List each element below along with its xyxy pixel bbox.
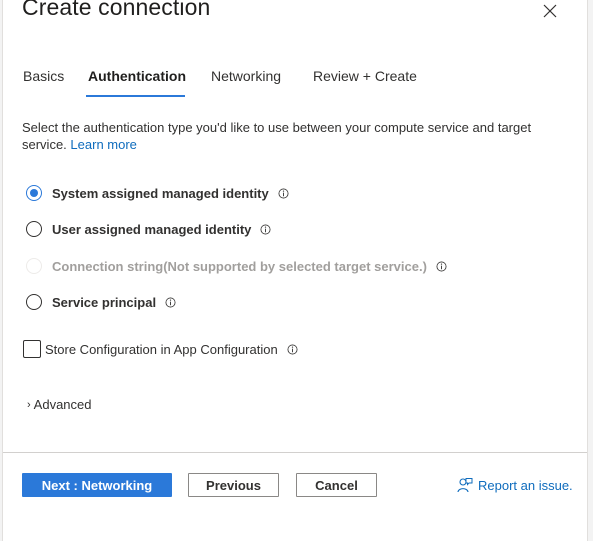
create-connection-panel: Create connection Basics Authentication …: [2, 0, 588, 541]
radio-label: System assigned managed identity: [52, 185, 269, 201]
info-icon[interactable]: [287, 344, 298, 355]
store-config-option[interactable]: Store Configuration in App Configuration: [23, 339, 298, 359]
store-config-checkbox[interactable]: [23, 340, 41, 358]
learn-more-link[interactable]: Learn more: [70, 137, 136, 152]
radio-label: Service principal: [52, 294, 157, 310]
info-icon[interactable]: [278, 188, 289, 199]
tab-review-create[interactable]: Review + Create: [313, 68, 417, 92]
info-icon[interactable]: [436, 261, 447, 272]
chevron-right-icon: ›: [27, 398, 31, 411]
dialog-title: Create connection: [22, 0, 211, 20]
advanced-section-toggle[interactable]: › Advanced: [27, 397, 92, 412]
tab-authentication[interactable]: Authentication: [88, 68, 186, 92]
close-icon: [543, 4, 557, 18]
radio-option-user-assigned[interactable]: User assigned managed identity: [26, 218, 271, 240]
previous-button[interactable]: Previous: [188, 473, 279, 497]
next-networking-button[interactable]: Next : Networking: [22, 473, 172, 497]
advanced-label: Advanced: [33, 397, 92, 412]
report-issue-link[interactable]: Report an issue.: [457, 477, 573, 493]
radio-connection-string: [26, 258, 42, 274]
active-tab-indicator: [86, 95, 185, 97]
info-icon[interactable]: [165, 297, 176, 308]
tab-networking[interactable]: Networking: [211, 68, 281, 92]
radio-user-assigned[interactable]: [26, 221, 42, 237]
radio-label: User assigned managed identity: [52, 221, 252, 237]
radio-option-connection-string: Connection string(Not supported by selec…: [26, 255, 447, 277]
radio-option-system-assigned[interactable]: System assigned managed identity: [26, 182, 289, 204]
radio-option-service-principal[interactable]: Service principal: [26, 291, 176, 313]
close-button[interactable]: [541, 2, 559, 20]
radio-system-assigned[interactable]: [26, 185, 42, 201]
auth-description: Select the authentication type you'd lik…: [22, 119, 562, 153]
store-config-label: Store Configuration in App Configuration: [45, 341, 278, 357]
info-icon[interactable]: [260, 224, 271, 235]
report-issue-label: Report an issue.: [478, 477, 573, 493]
radio-service-principal[interactable]: [26, 294, 42, 310]
radio-label: Connection string(Not supported by selec…: [52, 258, 427, 274]
footer-divider: [3, 452, 587, 453]
feedback-person-icon: [457, 478, 473, 493]
tab-basics[interactable]: Basics: [23, 68, 64, 92]
cancel-button[interactable]: Cancel: [296, 473, 377, 497]
